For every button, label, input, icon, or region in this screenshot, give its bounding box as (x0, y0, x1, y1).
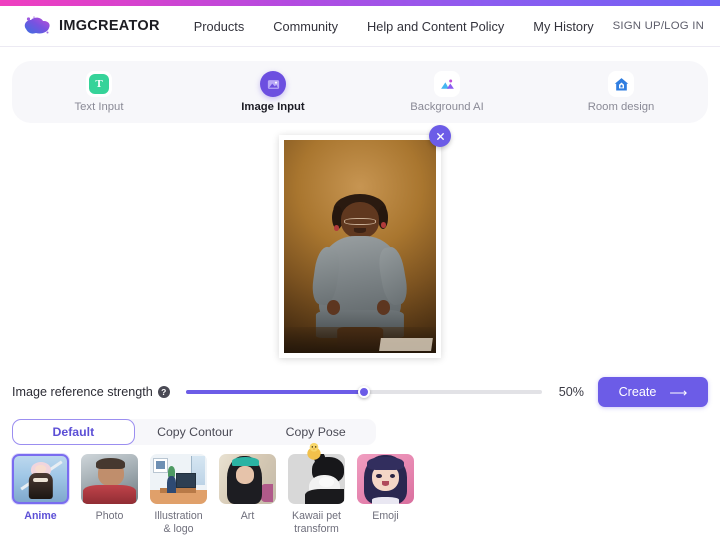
style-tab-copy-contour[interactable]: Copy Contour (135, 419, 256, 445)
nav-item-my-history[interactable]: My History (533, 19, 593, 34)
image-input-icon (260, 71, 286, 97)
style-thumb-image (150, 454, 207, 504)
style-thumb-anime[interactable]: Anime (12, 454, 69, 536)
style-thumb-image (357, 454, 414, 504)
chick-badge-icon (303, 441, 325, 461)
remove-image-close-icon[interactable] (429, 125, 451, 147)
mode-tab-label: Image Input (241, 101, 305, 113)
style-thumb-image (81, 454, 138, 504)
create-button[interactable]: Create ⟶ (598, 377, 708, 407)
image-preview-area (0, 125, 720, 371)
image-reference-strength-row: Image reference strength ? 50% Create ⟶ (0, 377, 720, 407)
style-thumb-image (288, 454, 345, 504)
sign-up-log-in-link[interactable]: SIGN UP/LOG IN (613, 20, 704, 32)
style-thumb-label: Anime (24, 510, 57, 522)
room-design-icon (608, 71, 634, 97)
mode-tab-label: Background AI (410, 101, 484, 113)
style-thumb-label: Kawaii pet transform (292, 510, 341, 535)
style-thumbnail-list: Anime Photo Illustration & logo Art Kawa… (0, 442, 720, 536)
create-button-label: Create (618, 385, 657, 399)
style-thumb-illustration-and-logo[interactable]: Illustration & logo (150, 454, 207, 536)
slider-fill (185, 390, 364, 394)
style-thumb-image (219, 454, 276, 504)
photo-subject (284, 140, 436, 353)
mode-tabs-wrap: T Text Input Image Input Background AI R… (0, 47, 720, 123)
style-thumb-kawaii-pet-transform[interactable]: Kawaii pet transform (288, 442, 345, 536)
mode-tab-text-input[interactable]: T Text Input (12, 71, 186, 113)
brand-name: IMGCREATOR (59, 18, 160, 34)
mode-tab-image-input[interactable]: Image Input (186, 71, 360, 113)
nav-item-products[interactable]: Products (194, 19, 245, 34)
brand-logo[interactable]: IMGCREATOR (22, 15, 160, 37)
nav-item-help-and-content-policy[interactable]: Help and Content Policy (367, 19, 504, 34)
mode-tab-background-ai[interactable]: Background AI (360, 71, 534, 113)
main-nav: Products Community Help and Content Poli… (194, 19, 594, 34)
style-thumb-emoji[interactable]: Emoji (357, 454, 414, 536)
mode-tab-room-design[interactable]: Room design (534, 71, 708, 113)
style-thumb-photo[interactable]: Photo (81, 454, 138, 536)
slider-knob[interactable] (357, 386, 370, 398)
style-tabs-wrap: Default Copy Contour Copy Pose (0, 419, 720, 445)
site-header: IMGCREATOR Products Community Help and C… (0, 6, 720, 47)
strength-label: Image reference strength (12, 385, 153, 399)
strength-value: 50% (558, 385, 584, 399)
style-thumb-label: Emoji (372, 510, 399, 522)
style-tab-default[interactable]: Default (12, 419, 135, 445)
arrow-right-icon: ⟶ (669, 385, 688, 400)
nav-item-community[interactable]: Community (273, 19, 338, 34)
strength-slider[interactable] (185, 384, 542, 400)
uploaded-image-preview[interactable] (279, 135, 441, 358)
help-icon[interactable]: ? (157, 386, 170, 398)
blob-logo-icon (22, 15, 52, 37)
style-thumb-label: Art (240, 510, 255, 522)
mode-tabs: T Text Input Image Input Background AI R… (12, 61, 708, 123)
style-thumb-label: Illustration & logo (154, 510, 203, 535)
style-thumb-art[interactable]: Art (219, 454, 276, 536)
text-input-icon: T (86, 71, 112, 97)
mode-tab-label: Room design (587, 101, 655, 113)
background-ai-icon (434, 71, 460, 97)
style-thumb-image (12, 454, 69, 504)
mode-tab-label: Text Input (74, 101, 124, 113)
style-thumb-label: Photo (95, 510, 124, 522)
uploaded-photo (284, 140, 436, 353)
